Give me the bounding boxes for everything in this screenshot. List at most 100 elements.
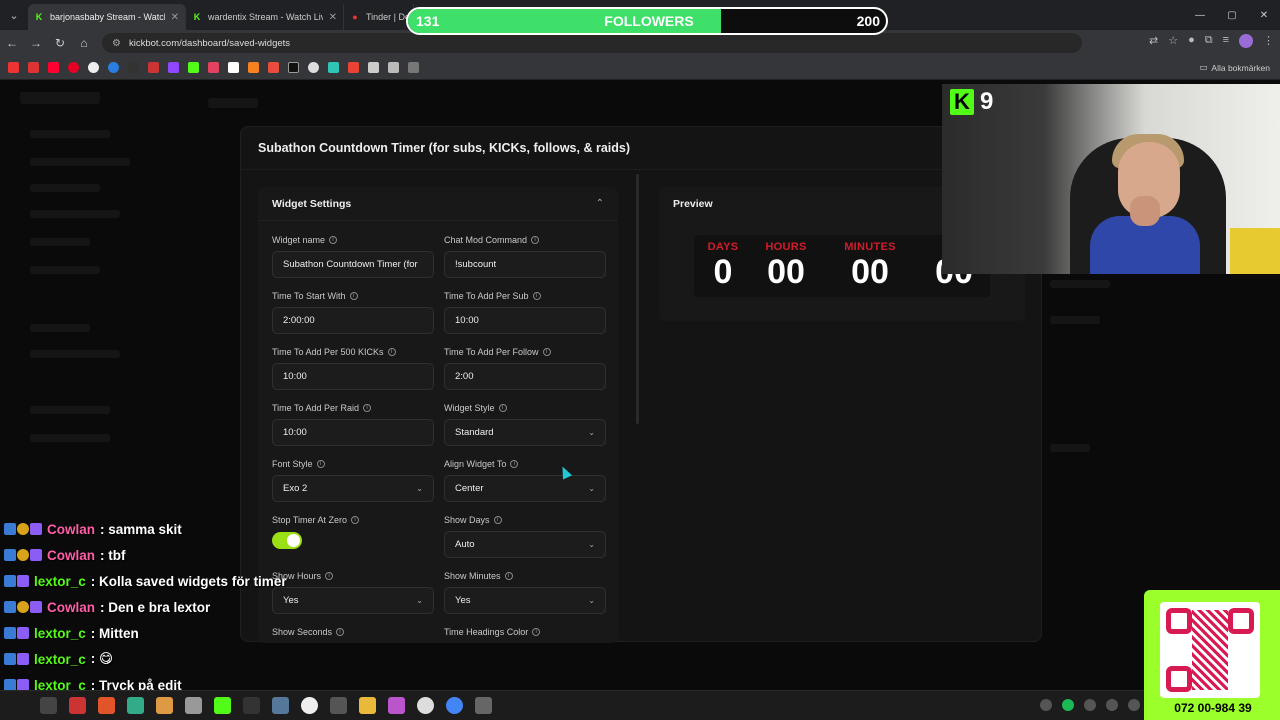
close-window-icon[interactable]: ✕	[1248, 0, 1280, 30]
field-value: Yes	[455, 595, 471, 606]
bookmark-icon[interactable]	[248, 62, 259, 73]
info-icon[interactable]: i	[316, 460, 325, 468]
close-icon[interactable]: ✕	[329, 12, 337, 23]
app-icon[interactable]	[330, 697, 347, 714]
bookmark-icon[interactable]	[148, 62, 159, 73]
close-icon[interactable]: ✕	[171, 12, 179, 23]
purple-badge-icon	[17, 575, 29, 587]
font-style-select[interactable]: Exo 2 ⌄	[272, 475, 434, 502]
bookmark-icon[interactable]	[288, 62, 299, 73]
steam-icon[interactable]	[1084, 699, 1096, 711]
info-icon[interactable]: i	[532, 292, 541, 300]
tab-0[interactable]: K barjonasbaby Stream - Watch L ✕	[28, 4, 186, 30]
tray-icon[interactable]	[1040, 699, 1052, 711]
bookmark-icon[interactable]	[388, 62, 399, 73]
info-icon[interactable]: i	[329, 236, 338, 244]
epic-games-icon[interactable]	[243, 697, 260, 714]
tab-1[interactable]: K wardentix Stream - Watch Live ✕	[186, 4, 344, 30]
bookmark-icon[interactable]	[308, 62, 319, 73]
info-icon[interactable]: i	[504, 572, 513, 580]
search-icon[interactable]	[40, 697, 57, 714]
bookmark-icon[interactable]	[208, 62, 219, 73]
menu-icon[interactable]: ⋮	[1263, 34, 1274, 48]
field-label: Time Headings Color	[444, 627, 529, 637]
info-icon[interactable]: i	[542, 348, 551, 356]
info-icon[interactable]: i	[531, 236, 540, 244]
app-icon[interactable]	[98, 697, 115, 714]
time-per-sub-input[interactable]: 10:00	[444, 307, 606, 334]
reload-icon[interactable]: ↻	[48, 36, 72, 50]
bookmark-icon[interactable]	[28, 62, 39, 73]
bookmark-icon[interactable]	[168, 62, 179, 73]
widget-name-input[interactable]: Subathon Countdown Timer (for	[272, 251, 434, 278]
app-icon[interactable]	[301, 697, 318, 714]
widget-settings-header[interactable]: Widget Settings ⌃	[258, 187, 618, 221]
bookmark-icon[interactable]	[328, 62, 339, 73]
bookmark-star-icon[interactable]: ☆	[1168, 34, 1178, 48]
app-icon[interactable]	[127, 697, 144, 714]
back-icon[interactable]: ←	[0, 36, 24, 50]
url-field[interactable]: ⚙ kickbot.com/dashboard/saved-widgets	[102, 33, 1082, 53]
site-info-icon[interactable]: ⚙	[112, 38, 121, 49]
bookmark-icon[interactable]	[48, 62, 59, 73]
bookmark-icon[interactable]	[108, 62, 119, 73]
media-icon[interactable]: ≡	[1223, 34, 1229, 48]
extensions-puzzle-icon[interactable]: ⧉	[1205, 34, 1213, 48]
window-controls: — ▢ ✕	[1184, 0, 1280, 30]
info-icon[interactable]: i	[510, 460, 519, 468]
minimize-icon[interactable]: —	[1184, 0, 1216, 30]
bookmark-icon[interactable]	[268, 62, 279, 73]
settings-scrollbar[interactable]	[636, 174, 639, 424]
bookmark-icon[interactable]	[188, 62, 199, 73]
settings-icon[interactable]	[272, 697, 289, 714]
show-minutes-select[interactable]: Yes ⌄	[444, 587, 606, 614]
time-per-kicks-input[interactable]: 10:00	[272, 363, 434, 390]
app-icon[interactable]	[156, 697, 173, 714]
bookmark-icon[interactable]	[8, 62, 19, 73]
all-bookmarks[interactable]: ▭ Alla bokmärken	[1199, 62, 1270, 73]
widget-style-select[interactable]: Standard ⌄	[444, 419, 606, 446]
chatgpt-icon[interactable]	[417, 697, 434, 714]
app-icon[interactable]	[69, 697, 86, 714]
translate-icon[interactable]: ⇄	[1149, 34, 1158, 48]
info-icon[interactable]: i	[387, 348, 396, 356]
info-icon[interactable]: i	[349, 292, 358, 300]
bookmark-icon[interactable]	[408, 62, 419, 73]
align-widget-select[interactable]: Center ⌄	[444, 475, 606, 502]
folder-icon[interactable]	[359, 697, 376, 714]
bookmark-icon[interactable]	[128, 62, 139, 73]
kick-app-icon[interactable]	[214, 697, 231, 714]
timer-days: DAYS 0	[702, 241, 744, 289]
chevron-up-icon[interactable]: ⌃	[596, 198, 604, 209]
ghost-nav	[30, 266, 100, 274]
info-icon[interactable]: i	[493, 516, 502, 524]
bookmark-icon[interactable]	[348, 62, 359, 73]
extension-icon[interactable]: ●	[1188, 34, 1195, 48]
time-start-input[interactable]: 2:00:00	[272, 307, 434, 334]
chat-mod-command-input[interactable]: !subcount	[444, 251, 606, 278]
chrome-icon[interactable]	[446, 697, 463, 714]
info-icon[interactable]: i	[498, 404, 507, 412]
spotify-icon[interactable]	[1062, 699, 1074, 711]
app-icon[interactable]	[388, 697, 405, 714]
profile-avatar[interactable]	[1239, 34, 1253, 48]
discord-icon[interactable]	[1128, 699, 1140, 711]
info-icon[interactable]: i	[363, 404, 372, 412]
chat-username: lextor_c	[34, 651, 86, 667]
app-icon[interactable]	[185, 697, 202, 714]
bookmark-icon[interactable]	[68, 62, 79, 73]
forward-icon[interactable]: →	[24, 36, 48, 50]
obs-icon[interactable]	[475, 697, 492, 714]
home-icon[interactable]: ⌂	[72, 36, 96, 50]
time-per-follow-input[interactable]: 2:00	[444, 363, 606, 390]
time-per-raid-input[interactable]: 10:00	[272, 419, 434, 446]
maximize-icon[interactable]: ▢	[1216, 0, 1248, 30]
tab-2[interactable]: ● Tinder | De	[344, 4, 414, 30]
bookmark-icon[interactable]	[228, 62, 239, 73]
info-icon[interactable]: i	[532, 628, 541, 636]
bookmark-icon[interactable]	[88, 62, 99, 73]
tray-icon[interactable]	[1106, 699, 1118, 711]
bookmark-icon[interactable]	[368, 62, 379, 73]
show-days-select[interactable]: Auto ⌄	[444, 531, 606, 558]
tab-search-icon[interactable]: ⌄	[0, 0, 28, 30]
